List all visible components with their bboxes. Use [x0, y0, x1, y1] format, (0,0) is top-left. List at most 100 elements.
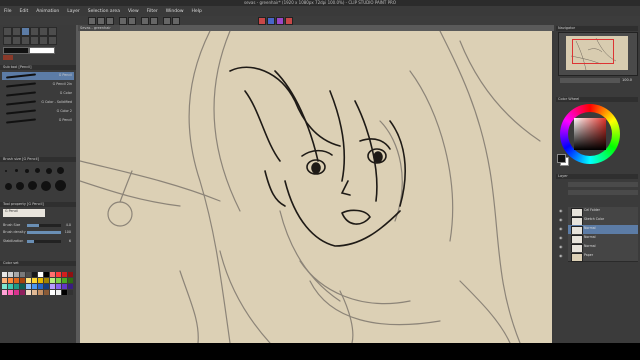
move-tool-icon[interactable] — [12, 27, 21, 36]
undo-icon[interactable] — [119, 17, 127, 25]
palette-swatch[interactable] — [68, 272, 73, 277]
palette-swatch[interactable] — [8, 278, 13, 283]
stabilization-slider[interactable]: Stabilization 6 — [3, 239, 73, 244]
palette-swatch[interactable] — [56, 272, 61, 277]
saturation-value-square[interactable] — [574, 118, 606, 150]
layer-row[interactable]: ◉ Paper — [559, 252, 638, 262]
visibility-icon[interactable]: ◉ — [559, 245, 564, 249]
palette-swatch[interactable] — [50, 278, 55, 283]
pen-tool-icon[interactable] — [30, 36, 39, 45]
palette-swatch[interactable] — [56, 284, 61, 289]
navigator-view-frame[interactable] — [572, 39, 614, 64]
menu-animation[interactable]: Animation — [32, 9, 63, 14]
size-preset[interactable] — [35, 168, 40, 173]
invert-selection-icon[interactable] — [172, 17, 180, 25]
menu-edit[interactable]: Edit — [16, 9, 33, 14]
palette-swatch[interactable] — [62, 272, 67, 277]
sub-color-chip[interactable] — [29, 47, 55, 54]
redo-icon[interactable] — [128, 17, 136, 25]
zoom-tool-icon[interactable] — [3, 27, 12, 36]
brush-item[interactable]: G Pencil — [2, 117, 74, 125]
palette-swatch[interactable] — [26, 290, 31, 295]
blend-mode-select[interactable] — [568, 182, 638, 187]
open-icon[interactable] — [97, 17, 105, 25]
palette-swatch[interactable] — [38, 290, 43, 295]
palette-swatch[interactable] — [26, 278, 31, 283]
visibility-icon[interactable]: ◉ — [559, 209, 564, 213]
size-preset[interactable] — [16, 182, 24, 190]
palette-swatch[interactable] — [38, 272, 43, 277]
clear-icon[interactable] — [141, 17, 149, 25]
size-preset[interactable] — [57, 167, 64, 174]
palette-swatch[interactable] — [2, 278, 7, 283]
palette-swatch[interactable] — [2, 272, 7, 277]
brush-density-slider[interactable]: Brush density 100 — [3, 230, 73, 235]
settings-icon[interactable] — [267, 17, 275, 25]
visibility-icon[interactable]: ◉ — [559, 254, 564, 258]
palette-swatch[interactable] — [38, 278, 43, 283]
size-preset[interactable] — [46, 168, 52, 174]
palette-swatch[interactable] — [32, 278, 37, 283]
palette-swatch[interactable] — [20, 284, 25, 289]
palette-swatch[interactable] — [68, 284, 73, 289]
menu-layer[interactable]: Layer — [63, 9, 84, 14]
brush-item[interactable]: G Color — [2, 90, 74, 98]
palette-swatch[interactable] — [14, 278, 19, 283]
brush-size-slider[interactable]: Brush Size 4.0 — [3, 223, 73, 228]
record-icon[interactable] — [258, 17, 266, 25]
brush-item[interactable]: G Color - Solidified — [2, 99, 74, 107]
palette-swatch[interactable] — [20, 290, 25, 295]
deselect-icon[interactable] — [163, 17, 171, 25]
visibility-icon[interactable]: ◉ — [559, 236, 564, 240]
drawing-canvas[interactable] — [80, 31, 552, 343]
palette-swatch[interactable] — [68, 278, 73, 283]
size-preset[interactable] — [5, 170, 7, 172]
palette-swatch[interactable] — [44, 272, 49, 277]
palette-swatch[interactable] — [56, 278, 61, 283]
palette-swatch[interactable] — [32, 284, 37, 289]
airbrush-tool-icon[interactable] — [39, 36, 48, 45]
palette-swatch[interactable] — [62, 290, 67, 295]
save-icon[interactable] — [106, 17, 114, 25]
main-color-swatch[interactable] — [557, 154, 566, 163]
lasso-tool-icon[interactable] — [12, 36, 21, 45]
brush-item[interactable]: G Pencil 2in — [2, 81, 74, 89]
main-color-chip[interactable] — [3, 47, 29, 54]
size-preset[interactable] — [28, 181, 37, 190]
pencil-tool-icon[interactable] — [21, 27, 30, 36]
palette-swatch[interactable] — [14, 290, 19, 295]
palette-swatch[interactable] — [8, 272, 13, 277]
menu-help[interactable]: Help — [188, 9, 206, 14]
palette-swatch[interactable] — [50, 272, 55, 277]
visibility-icon[interactable]: ◉ — [559, 227, 564, 231]
palette-swatch[interactable] — [14, 272, 19, 277]
palette-swatch[interactable] — [2, 290, 7, 295]
palette-swatch[interactable] — [50, 290, 55, 295]
text-tool-icon[interactable] — [48, 36, 57, 45]
palette-swatch[interactable] — [62, 284, 67, 289]
palette-swatch[interactable] — [14, 284, 19, 289]
opacity-slider[interactable] — [568, 190, 638, 195]
transparent-chip[interactable] — [3, 55, 13, 60]
menu-filter[interactable]: Filter — [143, 9, 162, 14]
size-preset[interactable] — [5, 183, 12, 190]
palette-swatch[interactable] — [20, 278, 25, 283]
visibility-icon[interactable]: ◉ — [559, 218, 564, 222]
palette-swatch[interactable] — [32, 290, 37, 295]
zoom-slider[interactable] — [560, 78, 620, 83]
size-preset[interactable] — [41, 181, 51, 191]
brush-tool-icon[interactable] — [30, 27, 39, 36]
fill-tool-icon[interactable] — [48, 27, 57, 36]
palette-swatch[interactable] — [44, 290, 49, 295]
brush-item[interactable]: G Pencil — [2, 72, 74, 80]
palette-swatch[interactable] — [56, 290, 61, 295]
eraser-tool-icon[interactable] — [39, 27, 48, 36]
palette-swatch[interactable] — [62, 278, 67, 283]
new-icon[interactable] — [88, 17, 96, 25]
palette-swatch[interactable] — [50, 284, 55, 289]
palette-swatch[interactable] — [20, 272, 25, 277]
eyedropper-tool-icon[interactable] — [21, 36, 30, 45]
assets-icon[interactable] — [276, 17, 284, 25]
palette-swatch[interactable] — [8, 290, 13, 295]
palette-swatch[interactable] — [26, 284, 31, 289]
